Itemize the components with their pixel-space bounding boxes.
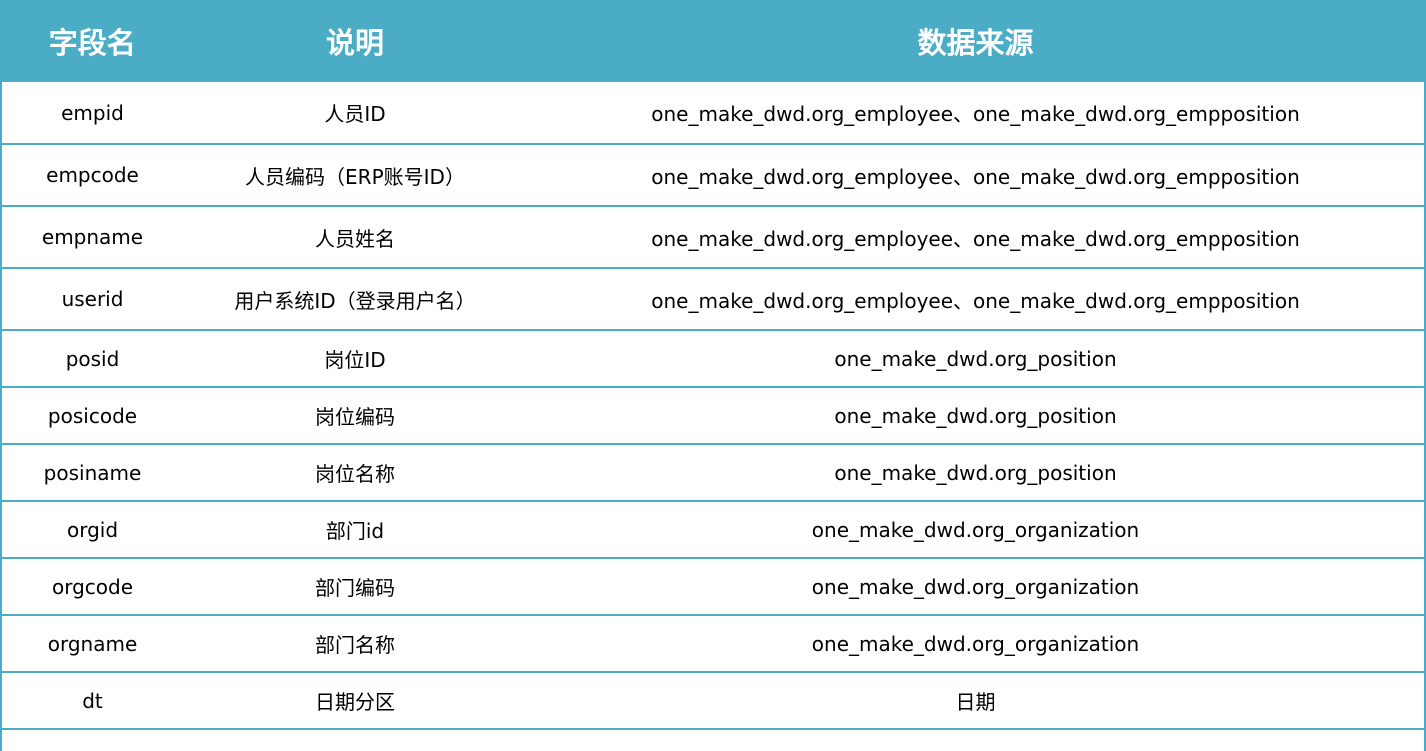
cell-field-name: empcode	[0, 144, 185, 207]
table-row: posicode 岗位编码 one_make_dwd.org_position	[0, 387, 1426, 445]
header-description: 说明	[185, 0, 526, 82]
cell-field-name: orgid	[0, 501, 185, 559]
cell-description: 人员编码（ERP账号ID）	[185, 144, 525, 207]
cell-field-name: posiname	[0, 444, 185, 502]
cell-data-source: one_make_dwd.org_position	[525, 387, 1426, 445]
header-row: 字段名 说明 数据来源	[0, 0, 1426, 82]
table-row: dt 日期分区 日期	[0, 672, 1426, 730]
cell-data-source: one_make_dwd.org_organization	[525, 558, 1426, 616]
cell-field-name: userid	[0, 268, 185, 331]
table-row: empid 人员ID one_make_dwd.org_employee、one…	[0, 82, 1426, 145]
cell-data-source: one_make_dwd.org_position	[525, 444, 1426, 502]
table-row: userid 用户系统ID（登录用户名） one_make_dwd.org_em…	[0, 268, 1426, 331]
cell-data-source: one_make_dwd.org_organization	[525, 501, 1426, 559]
cell-field-name: posid	[0, 330, 185, 388]
cell-description: 部门名称	[185, 615, 525, 673]
cell-data-source: one_make_dwd.org_employee、one_make_dwd.o…	[525, 82, 1426, 145]
cell-field-name: posicode	[0, 387, 185, 445]
table-row: orgid 部门id one_make_dwd.org_organization	[0, 501, 1426, 559]
cell-data-source: one_make_dwd.org_position	[525, 330, 1426, 388]
cell-data-source: one_make_dwd.org_employee、one_make_dwd.o…	[525, 206, 1426, 269]
cell-description: 用户系统ID（登录用户名）	[185, 268, 525, 331]
cell-field-name: empname	[0, 206, 185, 269]
cell-data-source: one_make_dwd.org_employee、one_make_dwd.o…	[525, 268, 1426, 331]
cell-description: 岗位ID	[185, 330, 525, 388]
cell-description: 部门编码	[185, 558, 525, 616]
table-row: posiname 岗位名称 one_make_dwd.org_position	[0, 444, 1426, 502]
cell-field-name: empid	[0, 82, 185, 145]
table-row: empcode 人员编码（ERP账号ID） one_make_dwd.org_e…	[0, 144, 1426, 207]
field-table-container: 字段名 说明 数据来源 empid 人员ID one_make_dwd.org_…	[0, 0, 1426, 751]
cell-description: 人员姓名	[185, 206, 525, 269]
table-row: posid 岗位ID one_make_dwd.org_position	[0, 330, 1426, 388]
cell-description: 人员ID	[185, 82, 525, 145]
cell-data-source: one_make_dwd.org_employee、one_make_dwd.o…	[525, 144, 1426, 207]
cell-description: 岗位编码	[185, 387, 525, 445]
header-data-source: 数据来源	[525, 0, 1426, 82]
cell-description: 日期分区	[185, 672, 525, 730]
table-row: orgname 部门名称 one_make_dwd.org_organizati…	[0, 615, 1426, 673]
cell-field-name: orgcode	[0, 558, 185, 616]
table-row: empname 人员姓名 one_make_dwd.org_employee、o…	[0, 206, 1426, 269]
cell-field-name: dt	[0, 672, 185, 730]
header-field-name: 字段名	[0, 0, 186, 82]
cell-description: 岗位名称	[185, 444, 525, 502]
cell-field-name: orgname	[0, 615, 185, 673]
cell-data-source: 日期	[525, 672, 1426, 730]
cell-data-source: one_make_dwd.org_organization	[525, 615, 1426, 673]
cell-description: 部门id	[185, 501, 525, 559]
field-table: 字段名 说明 数据来源 empid 人员ID one_make_dwd.org_…	[0, 0, 1426, 730]
table-row: orgcode 部门编码 one_make_dwd.org_organizati…	[0, 558, 1426, 616]
